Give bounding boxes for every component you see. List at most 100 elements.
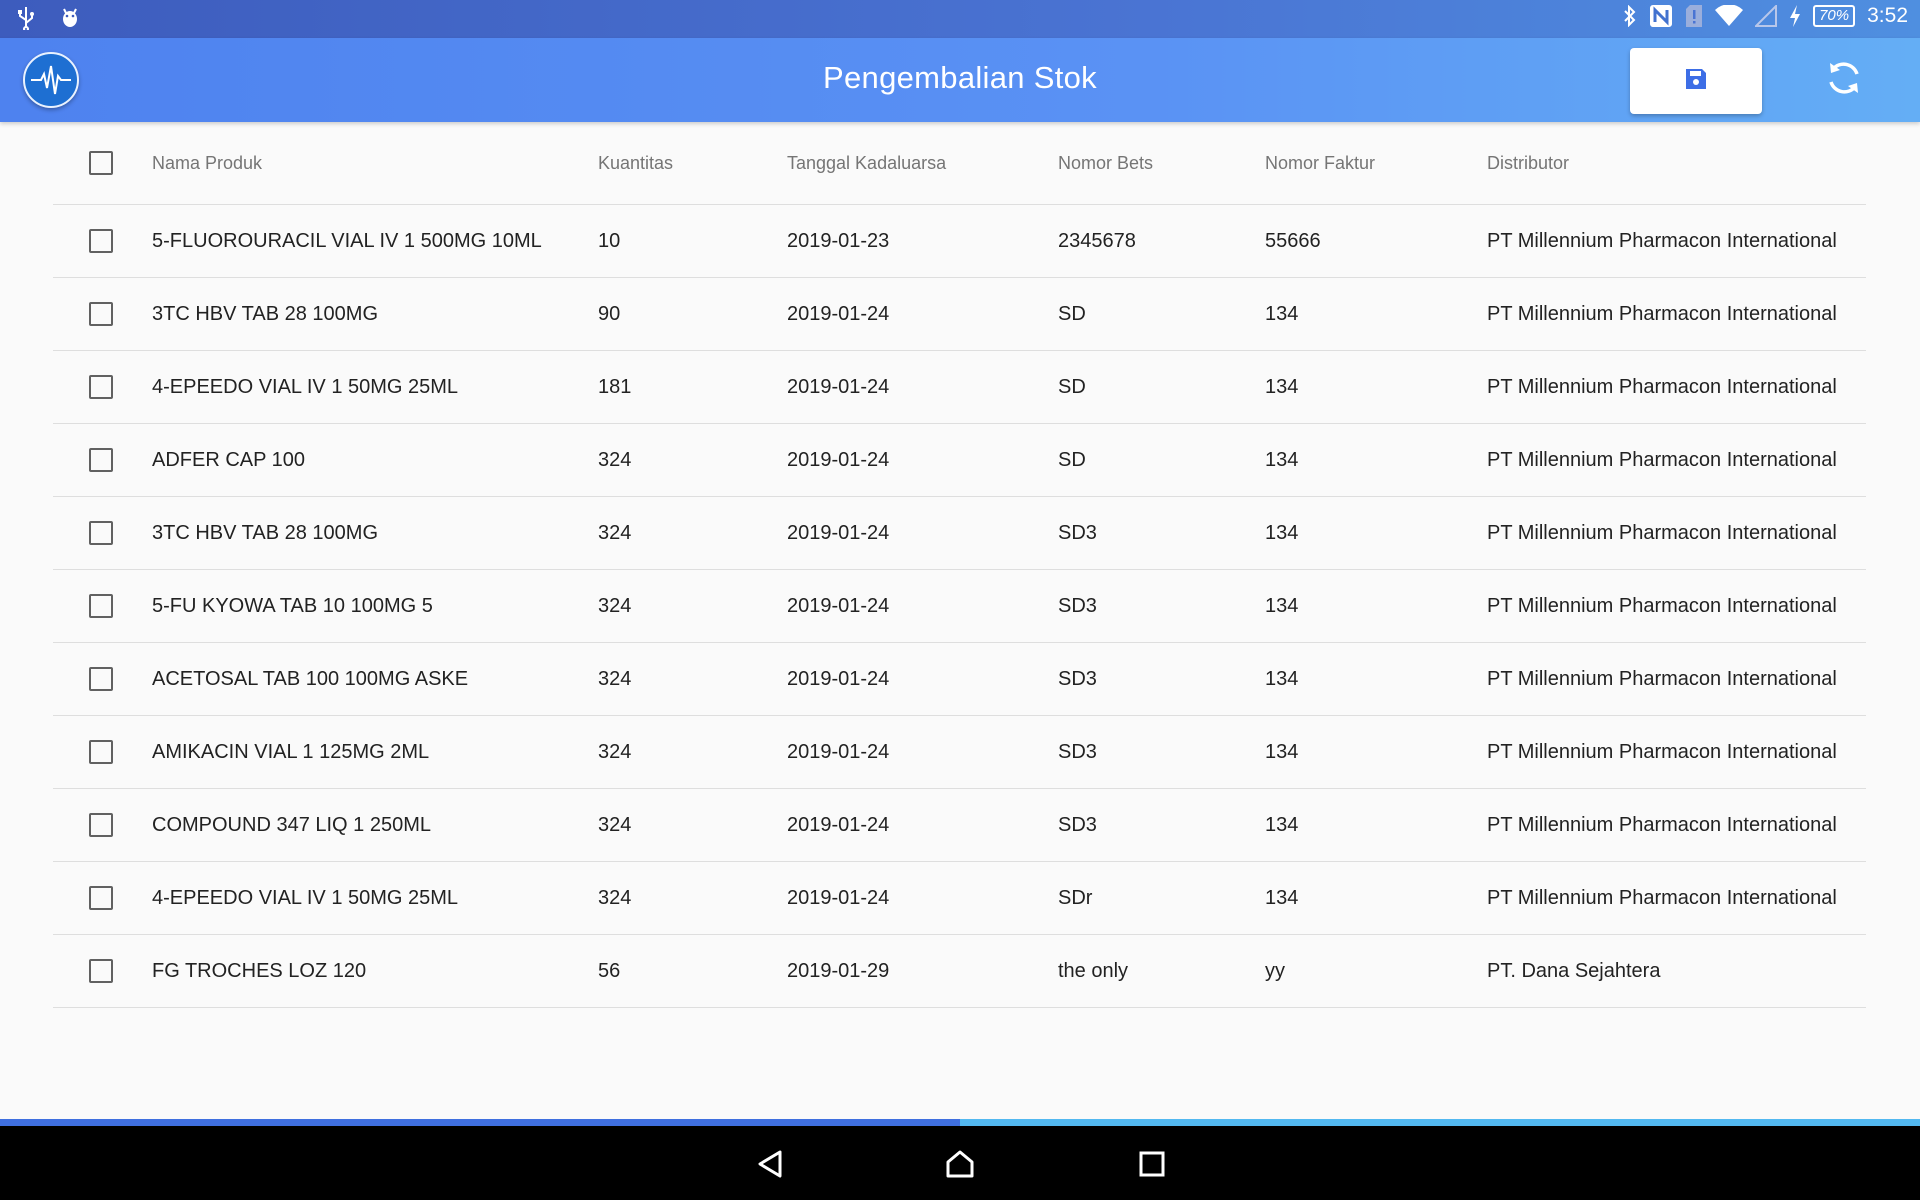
table-row[interactable]: 4-EPEEDO VIAL IV 1 50MG 25ML 324 2019-01… [53, 862, 1866, 935]
table-row[interactable]: 4-EPEEDO VIAL IV 1 50MG 25ML 181 2019-01… [53, 351, 1866, 424]
product-name: 4-EPEEDO VIAL IV 1 50MG 25ML [152, 886, 459, 909]
system-nav-bar [0, 1126, 1920, 1200]
android-debug-icon [60, 6, 80, 30]
batch-number: the only [1058, 959, 1129, 982]
quantity: 10 [598, 229, 621, 252]
batch-number: SD [1058, 375, 1086, 398]
expiry-date: 2019-01-24 [787, 302, 890, 325]
progress-bar [0, 1119, 1920, 1126]
quantity: 181 [598, 375, 632, 398]
distributor: PT Millennium Pharmacon International [1487, 813, 1837, 836]
table-row[interactable]: 3TC HBV TAB 28 100MG 90 2019-01-24 SD 13… [53, 278, 1866, 351]
product-name: 5-FU KYOWA TAB 10 100MG 5 [152, 594, 433, 617]
quantity: 324 [598, 594, 632, 617]
row-checkbox[interactable] [89, 375, 113, 399]
row-checkbox[interactable] [89, 229, 113, 253]
recents-button[interactable] [1132, 1146, 1172, 1186]
signal-icon [1755, 5, 1778, 27]
nfc-icon [1649, 4, 1673, 28]
progress-fill [0, 1119, 960, 1126]
column-header-distributor[interactable]: Distributor [1487, 122, 1569, 204]
row-checkbox[interactable] [89, 740, 113, 764]
save-button[interactable] [1630, 48, 1762, 114]
column-header-nomor-faktur[interactable]: Nomor Faktur [1265, 122, 1375, 204]
table-row[interactable]: AMIKACIN VIAL 1 125MG 2ML 324 2019-01-24… [53, 716, 1866, 789]
distributor: PT Millennium Pharmacon International [1487, 594, 1837, 617]
back-icon [756, 1149, 784, 1184]
quantity: 90 [598, 302, 621, 325]
select-all-checkbox[interactable] [89, 151, 113, 175]
back-button[interactable] [750, 1146, 790, 1186]
column-header-kuantitas[interactable]: Kuantitas [598, 122, 673, 204]
battery-level: 70% [1813, 5, 1856, 27]
quantity: 56 [598, 959, 621, 982]
sync-button[interactable] [1824, 58, 1868, 102]
quantity: 324 [598, 813, 632, 836]
expiry-date: 2019-01-23 [787, 229, 890, 252]
product-name: 3TC HBV TAB 28 100MG [152, 302, 379, 325]
invoice-number: 134 [1265, 302, 1299, 325]
invoice-number: 134 [1265, 521, 1299, 544]
quantity: 324 [598, 886, 632, 909]
expiry-date: 2019-01-24 [787, 521, 890, 544]
product-name: ADFER CAP 100 [152, 448, 306, 471]
home-icon [945, 1149, 975, 1184]
invoice-number: 134 [1265, 740, 1299, 763]
distributor: PT Millennium Pharmacon International [1487, 302, 1837, 325]
distributor: PT Millennium Pharmacon International [1487, 667, 1837, 690]
product-name: COMPOUND 347 LIQ 1 250ML [152, 813, 431, 836]
batch-number: SD [1058, 302, 1086, 325]
table-row[interactable]: ACETOSAL TAB 100 100MG ASKE 324 2019-01-… [53, 643, 1866, 716]
table-row[interactable]: COMPOUND 347 LIQ 1 250ML 324 2019-01-24 … [53, 789, 1866, 862]
row-checkbox[interactable] [89, 594, 113, 618]
wifi-icon [1715, 5, 1744, 27]
table-header: Nama Produk Kuantitas Tanggal Kadaluarsa… [53, 122, 1866, 205]
sim-alert-icon [1685, 4, 1703, 28]
row-checkbox[interactable] [89, 448, 113, 472]
expiry-date: 2019-01-24 [787, 813, 890, 836]
row-checkbox[interactable] [89, 521, 113, 545]
table-row[interactable]: ADFER CAP 100 324 2019-01-24 SD 134 PT M… [53, 424, 1866, 497]
product-name: ACETOSAL TAB 100 100MG ASKE [152, 667, 469, 690]
table-row[interactable]: 5-FU KYOWA TAB 10 100MG 5 324 2019-01-24… [53, 570, 1866, 643]
table-row[interactable]: FG TROCHES LOZ 120 56 2019-01-29 the onl… [53, 935, 1866, 1008]
batch-number: 2345678 [1058, 229, 1136, 252]
column-header-nama-produk[interactable]: Nama Produk [152, 122, 262, 204]
home-button[interactable] [940, 1146, 980, 1186]
column-header-nomor-bets[interactable]: Nomor Bets [1058, 122, 1153, 204]
row-checkbox[interactable] [89, 813, 113, 837]
row-checkbox[interactable] [89, 886, 113, 910]
row-checkbox[interactable] [89, 667, 113, 691]
distributor: PT Millennium Pharmacon International [1487, 521, 1837, 544]
row-checkbox[interactable] [89, 959, 113, 983]
clock: 3:52 [1867, 4, 1908, 27]
invoice-number: 134 [1265, 813, 1299, 836]
expiry-date: 2019-01-24 [787, 594, 890, 617]
column-header-tanggal-kadaluarsa[interactable]: Tanggal Kadaluarsa [787, 122, 946, 204]
quantity: 324 [598, 448, 632, 471]
distributor: PT Millennium Pharmacon International [1487, 740, 1837, 763]
expiry-date: 2019-01-24 [787, 448, 890, 471]
invoice-number: yy [1265, 959, 1285, 982]
distributor: PT Millennium Pharmacon International [1487, 375, 1837, 398]
batch-number: SD3 [1058, 594, 1097, 617]
batch-number: SDr [1058, 886, 1093, 909]
distributor: PT Millennium Pharmacon International [1487, 229, 1837, 252]
product-name: FG TROCHES LOZ 120 [152, 959, 367, 982]
distributor: PT Millennium Pharmacon International [1487, 886, 1837, 909]
invoice-number: 134 [1265, 886, 1299, 909]
product-name: AMIKACIN VIAL 1 125MG 2ML [152, 740, 430, 763]
product-name: 5-FLUOROURACIL VIAL IV 1 500MG 10ML [152, 229, 542, 252]
distributor: PT Millennium Pharmacon International [1487, 448, 1837, 471]
quantity: 324 [598, 521, 632, 544]
charging-icon [1789, 5, 1801, 27]
batch-number: SD [1058, 448, 1086, 471]
invoice-number: 134 [1265, 448, 1299, 471]
table-row[interactable]: 3TC HBV TAB 28 100MG 324 2019-01-24 SD3 … [53, 497, 1866, 570]
row-checkbox[interactable] [89, 302, 113, 326]
quantity: 324 [598, 667, 632, 690]
quantity: 324 [598, 740, 632, 763]
expiry-date: 2019-01-24 [787, 740, 890, 763]
batch-number: SD3 [1058, 740, 1097, 763]
table-row[interactable]: 5-FLUOROURACIL VIAL IV 1 500MG 10ML 10 2… [53, 205, 1866, 278]
